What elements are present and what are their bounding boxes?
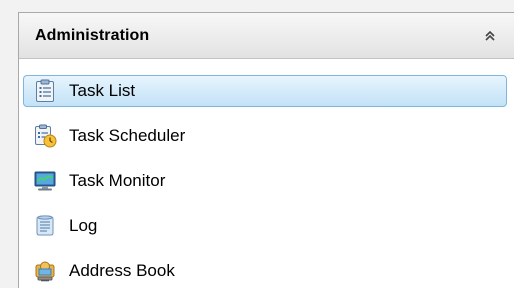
nav-item-label: Task List — [69, 81, 136, 100]
admin-nav-list: Task List Task Scheduler Task Monitor Lo… — [19, 71, 514, 296]
nav-item-task-list[interactable]: Task List — [19, 71, 514, 116]
nav-item-task-scheduler[interactable]: Task Scheduler — [19, 116, 514, 161]
nav-item-label: Task Scheduler — [69, 126, 186, 145]
administration-panel: Administration Task List Task Scheduler … — [18, 12, 514, 288]
nav-item-label: Log — [69, 216, 98, 235]
nav-item-label: Task Monitor — [69, 171, 166, 190]
panel-title: Administration — [35, 27, 150, 44]
nav-item-log[interactable]: Log — [19, 206, 514, 251]
panel-header[interactable]: Administration — [19, 13, 514, 59]
task-list-icon — [36, 79, 54, 102]
log-icon — [36, 215, 54, 236]
nav-item-label: Address Book — [69, 261, 175, 280]
collapse-button[interactable] — [480, 26, 500, 46]
task-scheduler-icon — [35, 124, 57, 148]
address-book-icon — [35, 261, 55, 282]
double-chevron-up-icon — [485, 30, 495, 41]
nav-item-task-monitor[interactable]: Task Monitor — [19, 161, 514, 206]
task-monitor-icon — [34, 171, 56, 191]
nav-item-address-book[interactable]: Address Book — [19, 251, 514, 296]
